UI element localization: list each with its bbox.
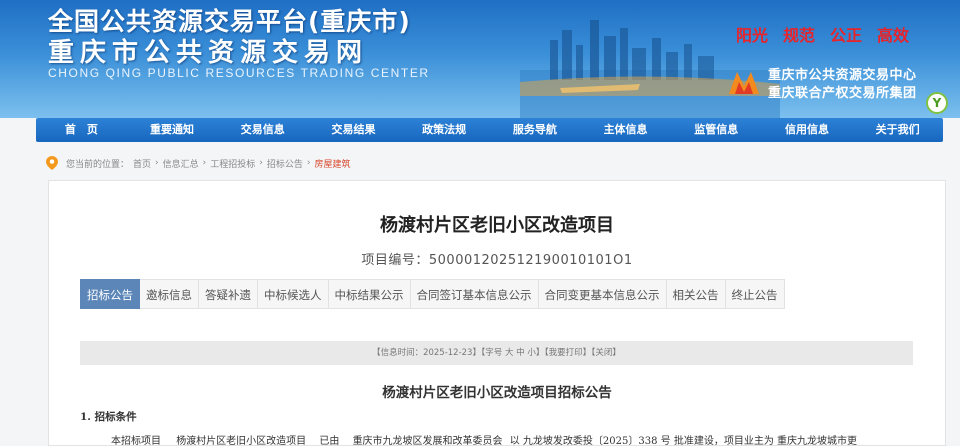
nav-entity-info[interactable]: 主体信息 — [580, 118, 671, 142]
project-code: 项目编号：500001202512190010101O1 — [361, 253, 633, 268]
announcement-title: 杨渡村片区老旧小区改造项目招标公告 — [382, 385, 612, 401]
project-title: 杨渡村片区老旧小区改造项目 — [380, 215, 614, 236]
breadcrumb-prefix: 您当前的位置： — [66, 159, 130, 170]
font-size-medium[interactable]: 中 — [516, 348, 525, 358]
tab-contract-change[interactable]: 合同变更基本信息公示 — [538, 279, 667, 309]
section-heading: 1. 招标条件 — [80, 411, 137, 423]
nav-trade-info[interactable]: 交易信息 — [217, 118, 308, 142]
font-size-large[interactable]: 大 — [505, 348, 514, 358]
tab-bid-notice[interactable]: 招标公告 — [80, 279, 140, 309]
close-button[interactable]: 【关闭】 — [591, 348, 621, 358]
breadcrumb-sep: › — [259, 158, 263, 168]
city-skyline-image — [520, 20, 780, 118]
para-by: 已由 — [319, 436, 340, 446]
tab-award-result[interactable]: 中标结果公示 — [328, 279, 411, 309]
nav-notices[interactable]: 重要通知 — [127, 118, 218, 142]
breadcrumb-sep: › — [155, 158, 159, 168]
nav-policies[interactable]: 政策法规 — [399, 118, 490, 142]
nav-service-guide[interactable]: 服务导航 — [490, 118, 581, 142]
breadcrumb-bidding[interactable]: 工程招投标 — [210, 157, 255, 170]
tab-invitation[interactable]: 邀标信息 — [140, 279, 199, 309]
announcement-paragraph: 本招标项目 杨渡村片区老旧小区改造项目 已由 重庆市九龙坡区发展和改革委员会 以… — [111, 432, 911, 446]
tab-termination[interactable]: 终止公告 — [725, 279, 785, 309]
slogan-3: 公正 — [830, 26, 863, 45]
breadcrumb: 您当前的位置： 首页 › 信息汇总 › 工程招投标 › 招标公告 › 房屋建筑 — [46, 154, 355, 172]
notice-tabs: 招标公告 邀标信息 答疑补遗 中标候选人 中标结果公示 合同签订基本信息公示 合… — [80, 279, 785, 309]
nav-home[interactable]: 首 页 — [36, 118, 127, 142]
breadcrumb-current[interactable]: 房屋建筑 — [315, 157, 351, 170]
tab-qa[interactable]: 答疑补遗 — [199, 279, 258, 309]
para-project: 杨渡村片区老旧小区改造项目 — [176, 436, 307, 446]
main-nav: 首 页 重要通知 交易信息 交易结果 政策法规 服务导航 主体信息 监管信息 信… — [36, 118, 943, 142]
slogan-2: 规范 — [783, 26, 816, 45]
badge-y-icon[interactable]: Y — [926, 92, 948, 114]
breadcrumb-notice[interactable]: 招标公告 — [267, 157, 303, 170]
breadcrumb-home[interactable]: 首页 — [133, 157, 151, 170]
font-size-label: 【字号 — [480, 348, 503, 358]
para-lead: 本招标项目 — [111, 436, 161, 446]
slogan-1: 阳光 — [736, 26, 769, 45]
breadcrumb-info[interactable]: 信息汇总 — [163, 157, 199, 170]
nav-about[interactable]: 关于我们 — [852, 118, 943, 142]
content-card: 杨渡村片区老旧小区改造项目 项目编号：500001202512190010101… — [48, 180, 946, 446]
site-header: 全国公共资源交易平台(重庆市) 重庆市公共资源交易网 CHONG QING PU… — [0, 0, 960, 118]
org-name-2: 重庆联合产权交易所集团 — [768, 86, 917, 101]
tab-related[interactable]: 相关公告 — [666, 279, 726, 309]
site-title-english: CHONG QING PUBLIC RESOURCES TRADING CENT… — [48, 66, 430, 80]
nav-supervision[interactable]: 监管信息 — [671, 118, 762, 142]
org-name-1: 重庆市公共资源交易中心 — [768, 68, 917, 83]
info-bar: 【信息时间：2025-12-23】【字号 大 中 小】【我要打印】【关闭】 — [80, 341, 913, 365]
para-authority: 重庆市九龙坡区发展和改革委员会 — [352, 436, 503, 446]
site-subtitle: 重庆市公共资源交易网 — [48, 38, 369, 68]
tab-candidates[interactable]: 中标候选人 — [258, 279, 329, 309]
tab-contract-signing[interactable]: 合同签订基本信息公示 — [410, 279, 539, 309]
font-size-small[interactable]: 小 — [527, 348, 536, 358]
nav-credit[interactable]: 信用信息 — [762, 118, 853, 142]
location-pin-icon — [46, 156, 58, 170]
para-rest: 以 九龙坡发改委投〔2025〕338 号 批准建设，项目业主为 重庆九龙坡城市更 — [509, 436, 858, 446]
breadcrumb-sep: › — [306, 158, 311, 168]
print-button[interactable]: 【我要打印】 — [544, 348, 591, 358]
nav-trade-results[interactable]: 交易结果 — [308, 118, 399, 142]
slogan-4: 高效 — [877, 26, 910, 45]
breadcrumb-sep: › — [202, 158, 207, 168]
info-time: 【信息时间：2025-12-23】 — [372, 348, 481, 358]
org-logo-icon — [729, 72, 759, 94]
